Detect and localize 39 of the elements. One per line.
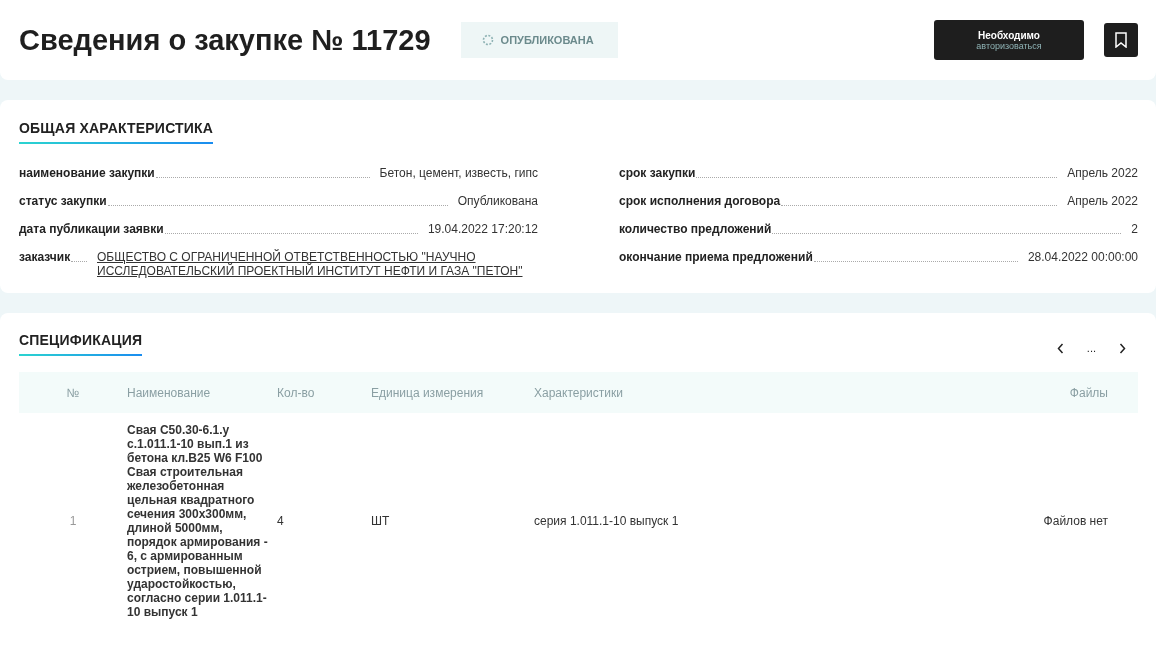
property-label: наименование закупки	[19, 166, 155, 180]
column-header: Наименование	[127, 385, 211, 400]
chevron-right-icon[interactable]	[1119, 342, 1126, 354]
property-label: количество предложений	[619, 222, 772, 236]
unit-cell: ШТ	[371, 514, 390, 528]
property-label: срок закупки	[619, 166, 696, 180]
number-cell: 1	[69, 514, 77, 528]
files-cell: Файлов нет	[1043, 514, 1108, 528]
property-value: Бетон, цемент, известь, гипс	[379, 166, 538, 180]
property-value: Апрель 2022	[1067, 194, 1138, 208]
quantity-cell: 4	[277, 514, 284, 528]
status-text: ОПУБЛИКОВАНА	[500, 34, 594, 46]
property-value: 28.04.2022 00:00:00	[1027, 250, 1138, 264]
column-header: Кол-во	[277, 385, 315, 400]
property-label: срок исполнения договора	[619, 194, 781, 208]
bookmark-button[interactable]	[1104, 23, 1138, 57]
bookmark-icon	[1114, 32, 1128, 48]
chevron-left-icon[interactable]	[1056, 342, 1064, 354]
property-label: дата публикации заявки	[19, 222, 164, 236]
column-header: Единица измерения	[371, 385, 484, 400]
authorize-button[interactable]: Необходимо авторизоваться	[934, 20, 1084, 60]
property-label: окончание приема предложений	[619, 250, 813, 264]
page-indicator: ...	[1086, 342, 1096, 354]
column-header: №	[66, 385, 80, 400]
name-cell: Свая С50.30-6.1.у с.1.011.1-10 вып.1 из бетона кл.В25 W6 F100 Свая строительная железобетонная цельная квадратного сечения 300х300мм, длиной 5000мм, порядок армирования - 6, с армированным острием, повышенной ударостойкостью, согласно серии 1.011.1-10 выпуск 1	[127, 423, 268, 619]
page-title: Сведения о закупке № 11729	[19, 23, 431, 57]
section-title: СПЕЦИФИКАЦИЯ	[19, 332, 143, 356]
property-value: 19.04.2022 17:20:12	[427, 222, 538, 236]
loading-icon	[481, 34, 494, 46]
section-title: ОБЩАЯ ХАРАКТЕРИСТИКА	[19, 120, 214, 144]
column-header: Характеристики	[534, 385, 623, 400]
property-value: Опубликована	[457, 194, 538, 208]
characteristics-cell: серия 1.011.1-10 выпуск 1	[534, 514, 679, 528]
property-label: статус закупки	[19, 194, 107, 208]
property-value: 2	[1131, 222, 1138, 236]
column-header: Файлы	[1069, 385, 1108, 400]
property-label: заказчик	[19, 250, 71, 264]
customer-link[interactable]: ОБЩЕСТВО С ОГРАНИЧЕННОЙ ОТВЕТСТВЕННОСТЬЮ "НАУЧНО ИССЛЕДОВАТЕЛЬСКИЙ ПРОЕКТНЫЙ ИНСТИТУТ НЕФТИ И ГАЗА "ПЕТОН"	[97, 250, 538, 278]
property-value: Апрель 2022	[1067, 166, 1138, 180]
